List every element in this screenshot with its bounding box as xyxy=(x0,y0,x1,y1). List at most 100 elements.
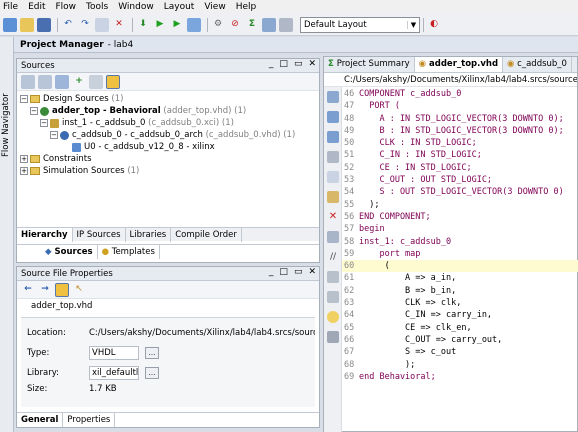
save-icon[interactable] xyxy=(327,91,339,103)
cut-icon[interactable] xyxy=(327,151,339,163)
paste-icon[interactable] xyxy=(327,191,339,203)
tree-row-constraints[interactable]: + Constraints xyxy=(17,153,319,165)
maximize-icon[interactable]: ▭ xyxy=(294,267,303,277)
open-folder-icon[interactable] xyxy=(20,17,34,32)
tab-compile-order[interactable]: Compile Order xyxy=(171,228,242,242)
menu-file[interactable]: File xyxy=(3,2,18,12)
program-icon[interactable] xyxy=(187,17,201,32)
tree-row-u0[interactable]: U0 - c_addsub_v12_0_8 - xilinx xyxy=(17,141,319,153)
tab-general[interactable]: General xyxy=(17,413,64,427)
layout-select[interactable]: Default Layout ▼ xyxy=(300,16,420,33)
flow-navigator[interactable]: Flow Navigator xyxy=(0,37,14,432)
back-arrow-icon[interactable]: ← xyxy=(21,283,35,297)
find-icon[interactable] xyxy=(327,231,339,243)
restore-icon[interactable]: □ xyxy=(279,59,288,69)
save-icon[interactable] xyxy=(37,17,51,32)
indent-icon[interactable] xyxy=(327,291,339,303)
tab-ip-sources[interactable]: IP Sources xyxy=(73,228,126,242)
tab-c-addsub[interactable]: ◉ c_addsub_0 xyxy=(503,57,572,72)
delete-icon[interactable]: ✕ xyxy=(112,18,126,32)
tab-templates[interactable]: ● Templates xyxy=(98,245,160,259)
tab-project-summary[interactable]: Σ Project Summary xyxy=(324,57,415,72)
menu-window[interactable]: Window xyxy=(118,2,154,12)
bulb-icon[interactable] xyxy=(327,311,339,323)
run-icon[interactable]: ▶ xyxy=(153,18,167,32)
comment-icon[interactable]: // xyxy=(327,251,339,263)
library-label: Library: xyxy=(27,368,59,378)
delete-icon[interactable]: ✕ xyxy=(327,211,339,223)
collapse-icon[interactable]: − xyxy=(30,107,38,115)
collapse-icon[interactable]: − xyxy=(50,131,58,139)
forward-arrow-icon[interactable]: → xyxy=(38,283,52,297)
restore-icon[interactable]: □ xyxy=(279,267,288,277)
tree-row-design-sources[interactable]: − Design Sources (1) xyxy=(17,93,319,105)
file-icon: ◉ xyxy=(507,59,518,69)
menu-layout[interactable]: Layout xyxy=(164,2,195,12)
tab-hierarchy[interactable]: Hierarchy xyxy=(17,228,73,242)
menu-bar: File Edit Flow Tools Window Layout View … xyxy=(0,0,578,14)
settings-icon[interactable] xyxy=(327,331,339,343)
library-browse-button[interactable]: ... xyxy=(145,367,159,379)
properties-icon[interactable] xyxy=(106,74,120,89)
copy-icon[interactable] xyxy=(95,17,109,32)
tree-row-inst-1[interactable]: − inst_1 - c_addsub_0 (c_addsub_0.xci) (… xyxy=(17,117,319,129)
collapse-icon[interactable]: − xyxy=(40,119,48,127)
cursor-icon[interactable]: ↖ xyxy=(72,283,86,297)
copy-icon[interactable] xyxy=(327,171,339,183)
run-all-icon[interactable]: ▶ xyxy=(170,18,184,32)
sigma-icon: Σ xyxy=(328,59,337,69)
download-icon[interactable]: ⬇ xyxy=(136,18,150,32)
code-line: 68 ); xyxy=(344,359,416,370)
format-icon[interactable] xyxy=(327,271,339,283)
close-icon[interactable]: ✕ xyxy=(308,267,316,277)
expand-icon[interactable]: + xyxy=(20,155,28,163)
menu-flow[interactable]: Flow xyxy=(56,2,77,12)
minimize-icon[interactable]: _ xyxy=(269,267,274,277)
menu-tools[interactable]: Tools xyxy=(86,2,108,12)
code-line: 50 CLK : IN STD_LOGIC; xyxy=(344,138,477,149)
close-icon[interactable]: ✕ xyxy=(308,59,316,69)
source-file-properties-panel: Source File Properties _ □ ▭ ✕ ← → ↖ add… xyxy=(16,266,320,428)
undo-icon[interactable]: ↶ xyxy=(61,18,75,32)
locate-icon[interactable] xyxy=(55,282,69,297)
code-line: 46 COMPONENT c_addsub_0 xyxy=(344,89,462,99)
new-file-icon[interactable] xyxy=(89,74,103,89)
stop-icon[interactable]: ⊘ xyxy=(228,18,242,32)
help-icon[interactable]: ◐ xyxy=(427,18,441,32)
menu-help[interactable]: Help xyxy=(236,2,257,12)
tab-adder-top[interactable]: ◉ adder_top.vhd xyxy=(414,57,504,72)
minimize-icon[interactable]: _ xyxy=(269,59,274,69)
tab-sources[interactable]: ◆ Sources xyxy=(41,245,98,259)
tab-libraries[interactable]: Libraries xyxy=(126,228,172,242)
tree-row-c-addsub[interactable]: − c_addsub_0 - c_addsub_0_arch (c_addsub… xyxy=(17,129,319,141)
collapse-icon[interactable]: − xyxy=(20,95,28,103)
ip-icon xyxy=(50,118,59,128)
tree-row-adder-top[interactable]: − adder_top - Behavioral (adder_top.vhd)… xyxy=(17,105,319,117)
redo-icon[interactable] xyxy=(327,131,339,143)
sigma-icon[interactable]: Σ xyxy=(245,18,259,32)
redo-icon[interactable]: ↷ xyxy=(78,18,92,32)
tree-row-simulation-sources[interactable]: + Simulation Sources (1) xyxy=(17,165,319,177)
settings-icon[interactable]: ⚙ xyxy=(211,18,225,32)
properties-tabs: General Properties xyxy=(17,412,319,427)
code-area[interactable]: 46 COMPONENT c_addsub_0 47 PORT ( 48 A : … xyxy=(342,88,578,383)
new-project-icon[interactable] xyxy=(3,17,17,32)
tab-properties[interactable]: Properties xyxy=(63,413,116,427)
menu-edit[interactable]: Edit xyxy=(28,2,45,12)
properties-body: Location: C:/Users/akshy/Documents/Xilinx… xyxy=(21,317,315,407)
menu-view[interactable]: View xyxy=(204,2,225,12)
expand-icon[interactable]: + xyxy=(20,167,28,175)
collapse-all-icon[interactable] xyxy=(21,74,35,89)
properties-title: Source File Properties xyxy=(21,268,113,279)
add-sources-icon[interactable]: + xyxy=(72,75,86,89)
main-toolbar: ↶ ↷ ✕ ⬇ ▶ ▶ ⚙ ⊘ Σ Default Layout ▼ ◐ xyxy=(0,14,578,36)
layout-icon[interactable] xyxy=(279,17,293,32)
undo-icon[interactable] xyxy=(327,111,339,123)
code-line: 53 C_OUT : OUT STD_LOGIC; xyxy=(344,175,493,186)
hierarchy-icon[interactable] xyxy=(262,17,276,32)
expand-all-icon[interactable] xyxy=(38,74,52,89)
type-row: Type: VHDL ... xyxy=(27,346,159,360)
maximize-icon[interactable]: ▭ xyxy=(294,59,303,69)
type-browse-button[interactable]: ... xyxy=(145,347,159,359)
show-hierarchy-icon[interactable] xyxy=(55,74,69,89)
